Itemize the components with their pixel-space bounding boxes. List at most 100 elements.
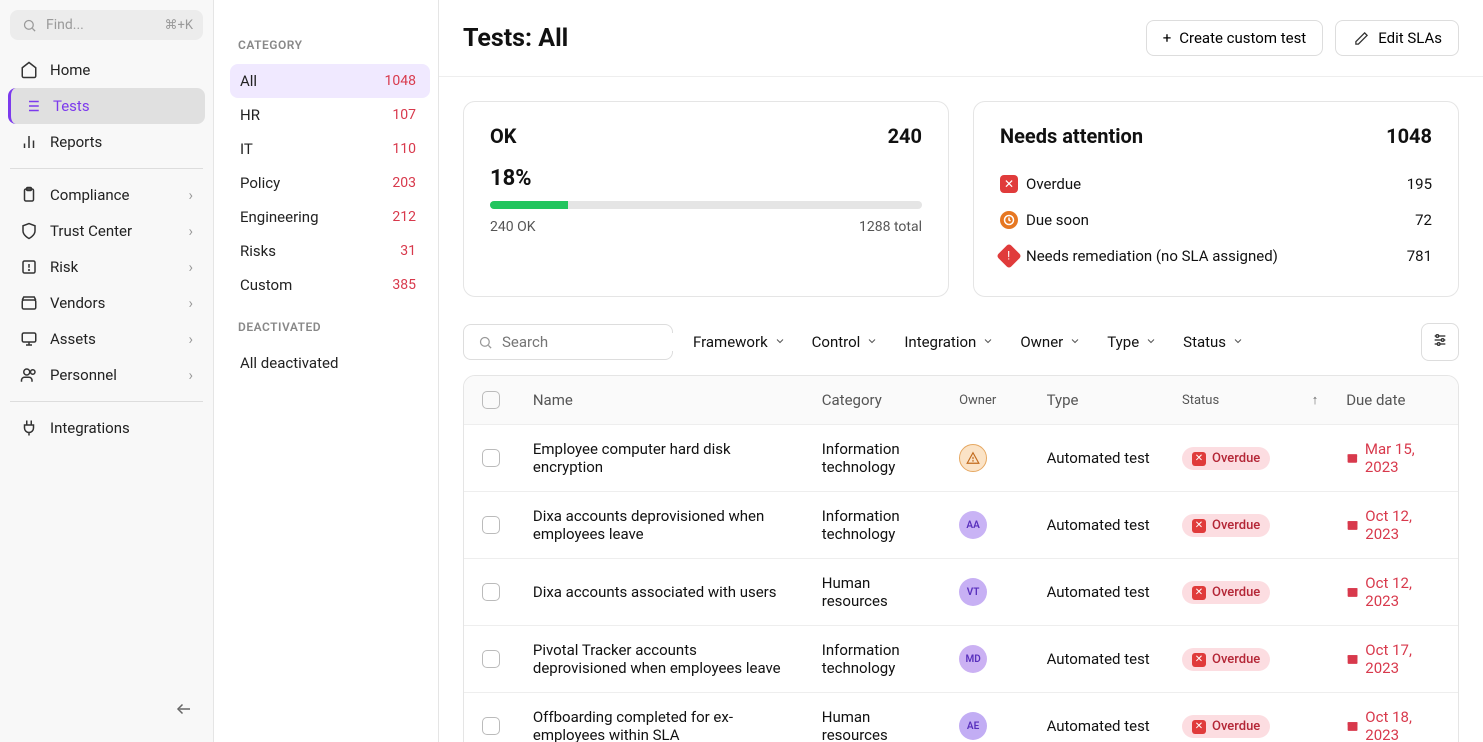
test-category: Information technology [808,492,945,558]
col-type[interactable]: Type [1033,376,1168,424]
page-title: Tests: All [463,24,568,53]
row-checkbox[interactable] [482,583,500,601]
overdue-icon: ✕ [1192,519,1206,533]
search-field[interactable] [502,333,701,351]
deactivated-header: DEACTIVATED [238,320,430,334]
nav-integrations[interactable]: Integrations [0,410,213,446]
category-label: Risks [240,242,276,260]
nav-divider [10,168,203,169]
plug-icon [20,419,38,437]
test-type: Automated test [1033,702,1168,742]
test-category: Human resources [808,559,945,625]
attention-card: Needs attention 1048 ✕Overdue195Due soon… [973,101,1459,297]
table-row[interactable]: Dixa accounts associated with usersHuman… [464,559,1458,626]
filter-label: Framework [693,333,768,351]
chart-icon [20,133,38,151]
alert-icon [20,258,38,276]
filter-control[interactable]: Control [812,333,879,351]
nav-personnel[interactable]: Personnel › [0,357,213,393]
filter-integration[interactable]: Integration [904,333,994,351]
owner-avatar: AA [959,511,987,539]
test-owner [945,429,1032,487]
filter-label: Control [812,333,861,351]
total-label: 1288 total [859,219,922,235]
category-item[interactable]: Engineering212 [230,200,430,234]
col-due[interactable]: Due date [1332,376,1458,424]
category-label: Policy [240,174,280,192]
attention-label: Overdue [1026,175,1081,193]
nav-trust-center[interactable]: Trust Center › [0,213,213,249]
nav-label: Trust Center [50,222,132,240]
chevron-right-icon: › [188,186,193,204]
test-owner: AA [945,496,1032,554]
test-category: Information technology [808,626,945,692]
category-item[interactable]: HR107 [230,98,430,132]
col-status[interactable]: Status ↑ [1168,377,1332,423]
table-row[interactable]: Offboarding completed for ex-employees w… [464,693,1458,742]
nav-assets[interactable]: Assets › [0,321,213,357]
category-item[interactable]: Policy203 [230,166,430,200]
search-icon [20,16,38,34]
nav-tests[interactable]: Tests [8,88,205,124]
collapse-sidebar-button[interactable] [0,690,213,732]
category-item[interactable]: Risks 31 [230,234,430,268]
nav-risk[interactable]: Risk › [0,249,213,285]
global-search[interactable]: Find... ⌘+K [10,10,203,40]
category-panel: CATEGORY All1048HR107IT110Policy203Engin… [214,0,439,742]
due-date: Oct 18, 2023 [1332,693,1458,742]
select-all-checkbox[interactable] [482,391,500,409]
table-row[interactable]: Pivotal Tracker accounts deprovisioned w… [464,626,1458,693]
filter-status[interactable]: Status [1183,333,1244,351]
table-row[interactable]: Dixa accounts deprovisioned when employe… [464,492,1458,559]
col-owner[interactable]: Owner [945,378,1032,423]
test-type: Automated test [1033,434,1168,482]
chevron-down-icon [982,333,994,351]
nav-label: Personnel [50,366,117,384]
filter-owner[interactable]: Owner [1020,333,1081,351]
category-count: 385 [392,277,416,293]
edit-slas-button[interactable]: Edit SLAs [1335,20,1459,56]
nav-compliance[interactable]: Compliance › [0,177,213,213]
col-category[interactable]: Category [808,376,945,424]
owner-avatar: MD [959,645,987,673]
category-item[interactable]: All1048 [230,64,430,98]
row-checkbox[interactable] [482,717,500,735]
owner-avatar: AE [959,712,987,740]
attention-value: 195 [1407,175,1432,193]
test-name: Pivotal Tracker accounts deprovisioned w… [519,626,808,692]
button-label: Create custom test [1179,29,1306,47]
filter-type[interactable]: Type [1107,333,1157,351]
filter-framework[interactable]: Framework [693,333,786,351]
table-row[interactable]: Employee computer hard disk encryptionIn… [464,425,1458,492]
filter-label: Status [1183,333,1226,351]
test-type: Automated test [1033,568,1168,616]
category-count: 1048 [385,73,416,89]
plus-icon: + [1163,29,1172,47]
category-label: IT [240,140,253,158]
nav-vendors[interactable]: Vendors › [0,285,213,321]
table-settings-button[interactable] [1421,323,1459,361]
table-search[interactable] [463,324,673,360]
main: Tests: All + Create custom test Edit SLA… [439,0,1483,742]
category-item[interactable]: Custom385 [230,268,430,302]
create-custom-test-button[interactable]: + Create custom test [1146,20,1323,56]
row-checkbox[interactable] [482,449,500,467]
row-checkbox[interactable] [482,650,500,668]
overdue-icon: ✕ [1192,586,1206,600]
nav-home[interactable]: Home [0,52,213,88]
category-item[interactable]: IT110 [230,132,430,166]
category-count: 31 [400,243,416,259]
nav-label: Integrations [50,419,130,437]
test-name: Dixa accounts deprovisioned when employe… [519,492,808,558]
users-icon [20,366,38,384]
col-name[interactable]: Name [519,376,808,424]
attention-title: Needs attention [1000,124,1143,148]
row-checkbox[interactable] [482,516,500,534]
deactivated-all[interactable]: All deactivated [230,346,430,380]
pencil-icon [1352,29,1370,47]
clock-icon [1000,211,1018,229]
nav-label: Tests [53,97,90,115]
monitor-icon [20,330,38,348]
nav-reports[interactable]: Reports [0,124,213,160]
ok-count: 240 [888,124,922,148]
